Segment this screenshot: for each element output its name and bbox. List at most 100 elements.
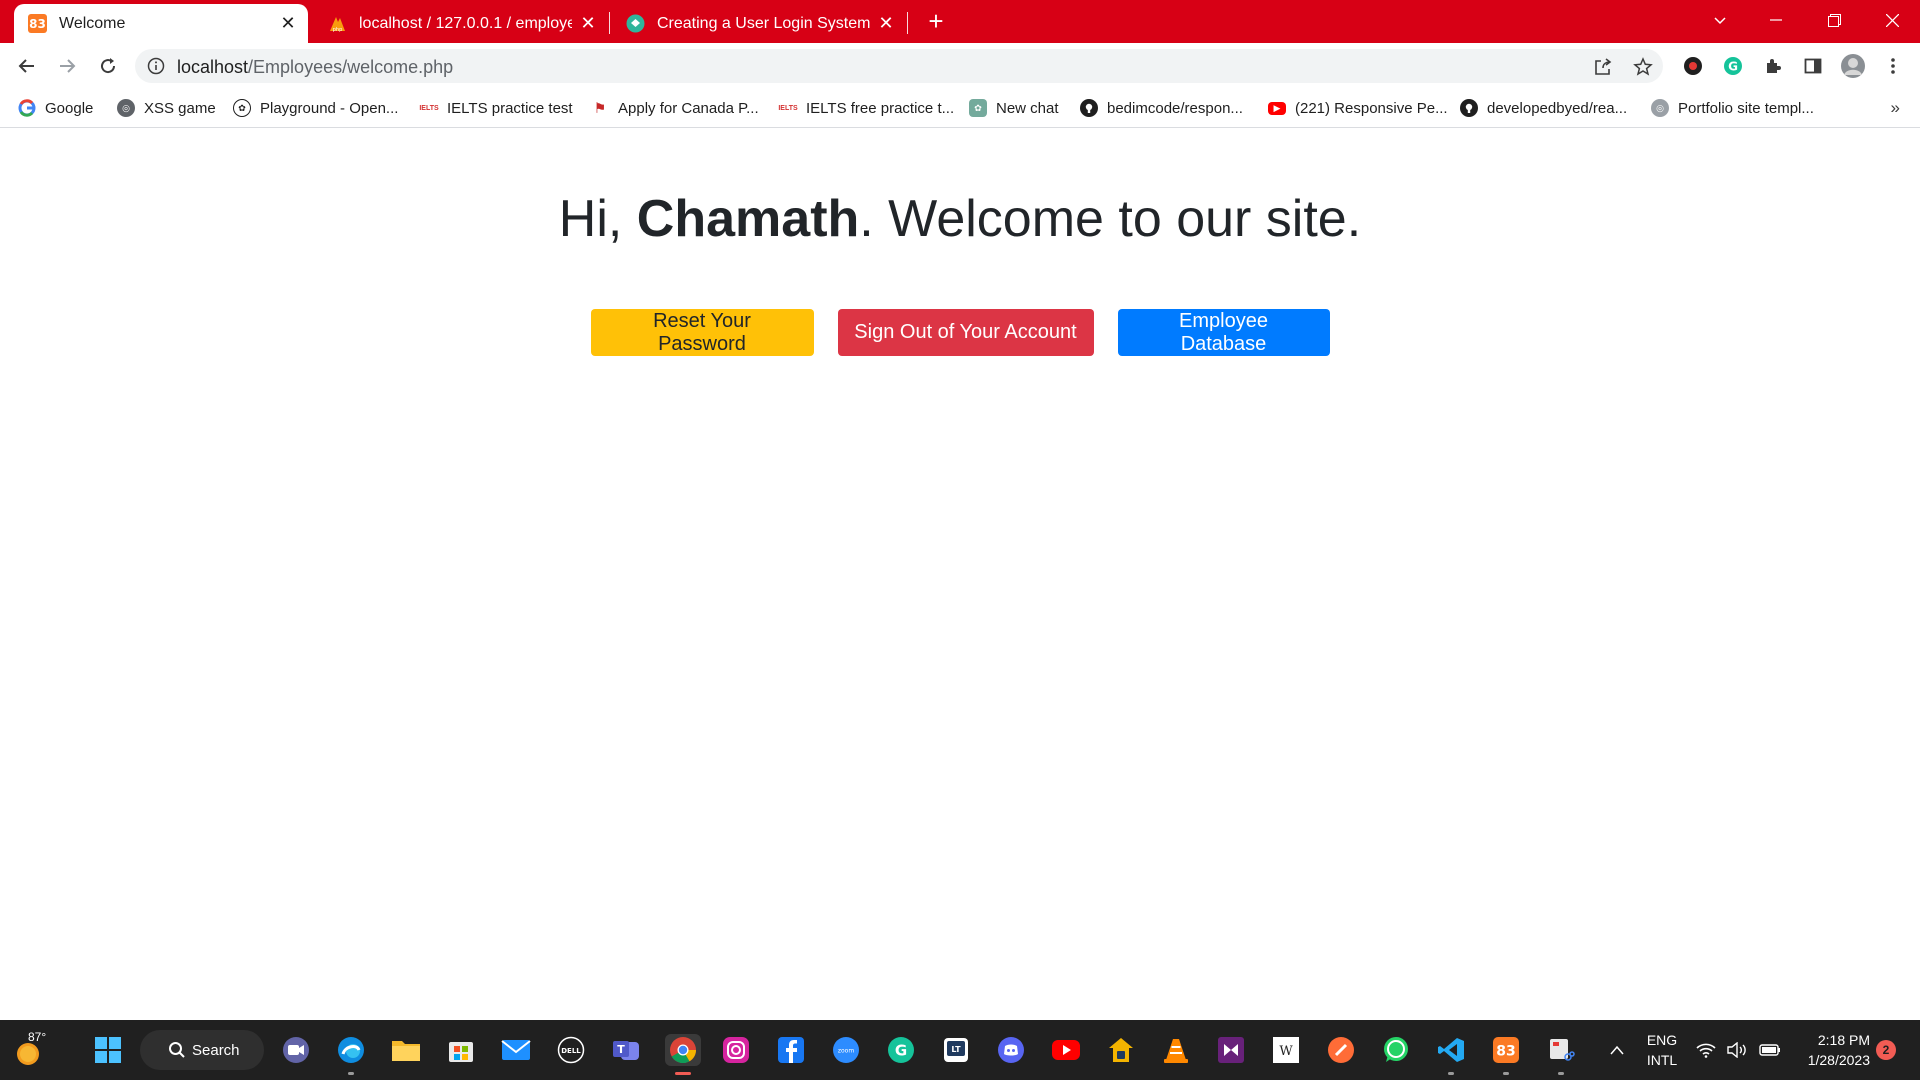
bookmark-new-chat[interactable]: ✿ New chat (969, 96, 1059, 120)
greeting-prefix: Hi, (558, 190, 637, 248)
battery-icon[interactable] (1757, 1034, 1783, 1066)
xampp-icon: 83 (28, 14, 47, 33)
reload-button[interactable] (93, 51, 123, 81)
vpn-app-icon[interactable] (1105, 1034, 1137, 1066)
employee-database-button[interactable]: Employee Database (1117, 309, 1330, 356)
bookmarks-bar: Google ◎ XSS game ✿ Playground - Open...… (0, 88, 1920, 128)
show-hidden-icons-icon[interactable] (1604, 1034, 1630, 1066)
teams-icon[interactable]: T (610, 1034, 642, 1066)
close-window-button[interactable] (1864, 0, 1920, 40)
start-button[interactable] (92, 1034, 124, 1066)
lang-line1: ENG (1646, 1032, 1678, 1048)
svg-text:83: 83 (1496, 1044, 1515, 1060)
bookmark-canada[interactable]: ⚑ Apply for Canada P... (591, 96, 759, 120)
extensions-icon[interactable] (1758, 51, 1788, 81)
ielts-icon: IELTS (419, 99, 439, 117)
bookmark-developedbyed[interactable]: developedbyed/rea... (1460, 96, 1627, 120)
bookmark-label: developedbyed/rea... (1487, 99, 1628, 117)
bookmark-bedimcode[interactable]: bedimcode/respon... (1080, 96, 1243, 120)
lang-line2: INTL (1646, 1052, 1678, 1068)
vlc-icon[interactable] (1160, 1034, 1192, 1066)
lt-app-icon[interactable]: LT (940, 1034, 972, 1066)
github-icon (1460, 99, 1478, 117)
taskbar-search[interactable]: Search (140, 1030, 264, 1070)
reset-password-button[interactable]: Reset Your Password (590, 309, 814, 356)
star-icon[interactable] (1633, 57, 1653, 77)
back-button[interactable] (12, 51, 42, 81)
grammarly-app-icon[interactable]: G (885, 1034, 917, 1066)
bookmark-portfolio[interactable]: ◎ Portfolio site templ... (1651, 96, 1814, 120)
file-explorer-icon[interactable] (390, 1034, 422, 1066)
weather-widget[interactable]: 87° (14, 1030, 50, 1068)
notification-badge[interactable]: 2 (1876, 1040, 1896, 1060)
sign-out-button[interactable]: Sign Out of Your Account (837, 309, 1094, 356)
tab-tutorial[interactable]: Creating a User Login System wit ✕ (612, 4, 906, 43)
restore-button[interactable] (1806, 0, 1862, 40)
xampp-app-icon[interactable]: 83 (1490, 1034, 1522, 1075)
bookmarks-overflow-button[interactable]: » (1891, 98, 1900, 118)
welcome-heading: Hi, Chamath. Welcome to our site. (0, 189, 1920, 249)
bookmark-label: (221) Responsive Pe... (1295, 99, 1448, 117)
tab-strip: 83 Welcome ✕ php localhost / 127.0.0.1 /… (0, 0, 1920, 43)
clock[interactable]: 2:18 PM 1/28/2023 (1790, 1030, 1870, 1070)
url-text: localhost/Employees/welcome.php (177, 57, 453, 78)
meet-app-icon[interactable] (280, 1034, 312, 1066)
openai-icon: ✿ (233, 99, 251, 117)
grammarly-icon[interactable]: G (1718, 51, 1748, 81)
zoom-icon[interactable]: zoom (830, 1034, 862, 1066)
github-icon (1080, 99, 1098, 117)
side-panel-icon[interactable] (1798, 51, 1828, 81)
wifi-icon[interactable] (1694, 1034, 1718, 1066)
browser-toolbar: localhost/Employees/welcome.php G (0, 43, 1920, 88)
address-bar[interactable]: localhost/Employees/welcome.php (135, 49, 1663, 83)
dell-icon[interactable]: DELL (555, 1034, 587, 1066)
profile-avatar[interactable] (1838, 51, 1868, 81)
bookmark-ielts-free[interactable]: IELTS IELTS free practice t... (778, 96, 955, 120)
snipping-tool-icon[interactable] (1545, 1034, 1577, 1075)
bookmark-label: IELTS free practice t... (806, 99, 955, 117)
bookmark-label: Google (45, 99, 94, 117)
volume-icon[interactable] (1726, 1034, 1750, 1066)
clock-time: 2:18 PM (1817, 1032, 1870, 1048)
close-tab-icon[interactable]: ✕ (578, 13, 598, 34)
share-icon[interactable] (1593, 57, 1613, 77)
bookmark-ielts-practice[interactable]: IELTS IELTS practice test (419, 96, 573, 120)
close-tab-icon[interactable]: ✕ (876, 13, 896, 34)
edge-icon[interactable] (335, 1034, 367, 1075)
svg-text:83: 83 (29, 17, 46, 31)
greeting-suffix: . Welcome to our site. (859, 190, 1362, 248)
instagram-icon[interactable] (720, 1034, 752, 1066)
postman-icon[interactable] (1325, 1034, 1357, 1066)
input-language[interactable]: ENG INTL (1644, 1030, 1680, 1070)
menu-icon[interactable] (1878, 51, 1908, 81)
new-tab-button[interactable]: + (922, 8, 950, 36)
forward-button[interactable] (52, 51, 82, 81)
tab-phpmyadmin[interactable]: php localhost / 127.0.0.1 / employee ✕ (314, 4, 608, 43)
bookmark-youtube[interactable]: ▶ (221) Responsive Pe... (1268, 96, 1448, 120)
recorder-extension-icon[interactable] (1678, 51, 1708, 81)
bookmark-label: New chat (996, 99, 1059, 117)
svg-text:DELL: DELL (561, 1047, 581, 1055)
chrome-icon[interactable] (665, 1034, 701, 1075)
minimize-button[interactable] (1748, 0, 1804, 40)
vscode-icon[interactable] (1435, 1034, 1467, 1075)
discord-icon[interactable] (995, 1034, 1027, 1066)
ms-store-icon[interactable] (445, 1034, 477, 1066)
svg-text:T: T (617, 1043, 625, 1056)
url-host: localhost (177, 57, 249, 77)
youtube-app-icon[interactable] (1050, 1034, 1082, 1066)
tab-separator (907, 12, 908, 34)
canada-icon: ⚑ (591, 99, 609, 117)
tab-search-icon[interactable] (1692, 0, 1748, 40)
facebook-icon[interactable] (775, 1034, 807, 1066)
visual-studio-icon[interactable] (1215, 1034, 1247, 1066)
mail-icon[interactable] (500, 1034, 532, 1066)
bookmark-xss-game[interactable]: ◎ XSS game (117, 96, 216, 120)
wikipedia-icon[interactable]: W (1270, 1034, 1302, 1066)
tab-welcome[interactable]: 83 Welcome ✕ (14, 4, 308, 43)
bookmark-google[interactable]: Google (18, 96, 93, 120)
close-tab-icon[interactable]: ✕ (278, 13, 298, 34)
bookmark-playground[interactable]: ✿ Playground - Open... (233, 96, 398, 120)
site-info-icon[interactable] (147, 57, 165, 75)
whatsapp-icon[interactable] (1380, 1034, 1412, 1066)
